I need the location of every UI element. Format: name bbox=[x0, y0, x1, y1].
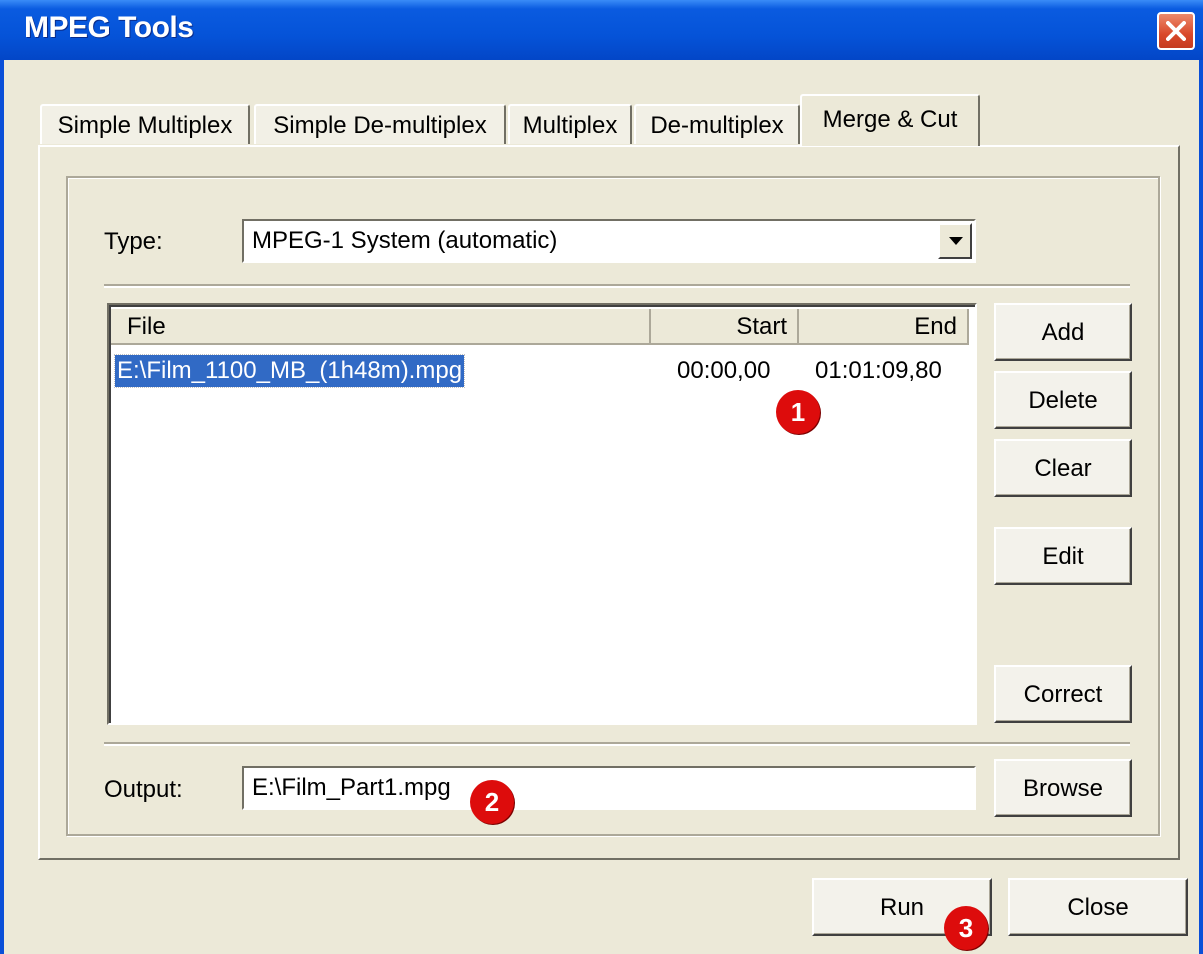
chevron-down-icon bbox=[949, 237, 963, 245]
close-window-button[interactable] bbox=[1157, 12, 1195, 50]
type-dropdown-value: MPEG-1 System (automatic) bbox=[252, 227, 558, 254]
clear-button[interactable]: Clear bbox=[994, 439, 1132, 497]
row-start-cell: 00:00,00 bbox=[677, 357, 771, 384]
tab-merge-cut[interactable]: Merge & Cut bbox=[800, 94, 980, 146]
close-button[interactable]: Close bbox=[1008, 878, 1188, 936]
annotation-badge-2: 2 bbox=[470, 780, 514, 824]
annotation-badge-1: 1 bbox=[776, 390, 820, 434]
column-header-start[interactable]: Start bbox=[651, 309, 799, 345]
column-header-end[interactable]: End bbox=[799, 309, 969, 345]
column-header-file[interactable]: File bbox=[111, 309, 651, 345]
output-path-value: E:\Film_Part1.mpg bbox=[252, 774, 451, 801]
separator-bottom bbox=[104, 742, 1130, 746]
type-label: Type: bbox=[104, 228, 163, 255]
row-file-cell: E:\Film_1100_MB_(1h48m).mpg bbox=[113, 354, 466, 388]
add-button[interactable]: Add bbox=[994, 303, 1132, 361]
row-end-cell: 01:01:09,80 bbox=[815, 357, 942, 384]
dropdown-arrow-button[interactable] bbox=[938, 223, 972, 259]
type-dropdown[interactable]: MPEG-1 System (automatic) bbox=[242, 219, 976, 263]
window-title: MPEG Tools bbox=[24, 11, 194, 44]
output-label: Output: bbox=[104, 776, 183, 803]
edit-button[interactable]: Edit bbox=[994, 527, 1132, 585]
delete-button[interactable]: Delete bbox=[994, 371, 1132, 429]
tab-simple-demultiplex[interactable]: Simple De-multiplex bbox=[254, 104, 506, 144]
close-icon bbox=[1166, 21, 1186, 41]
tab-multiplex[interactable]: Multiplex bbox=[508, 104, 632, 144]
tab-demultiplex[interactable]: De-multiplex bbox=[634, 104, 800, 144]
annotation-badge-3: 3 bbox=[944, 906, 988, 950]
correct-button[interactable]: Correct bbox=[994, 665, 1132, 723]
separator-top bbox=[104, 284, 1130, 288]
file-list[interactable]: File Start End E:\Film_1100_MB_(1h48m).m… bbox=[107, 303, 977, 725]
browse-button[interactable]: Browse bbox=[994, 759, 1132, 817]
title-bar[interactable]: MPEG Tools bbox=[0, 0, 1203, 60]
mpeg-tools-window: MPEG Tools Simple Multiplex Simple De-mu… bbox=[0, 0, 1203, 954]
tab-simple-multiplex[interactable]: Simple Multiplex bbox=[40, 104, 250, 144]
output-path-input[interactable]: E:\Film_Part1.mpg bbox=[242, 766, 976, 810]
